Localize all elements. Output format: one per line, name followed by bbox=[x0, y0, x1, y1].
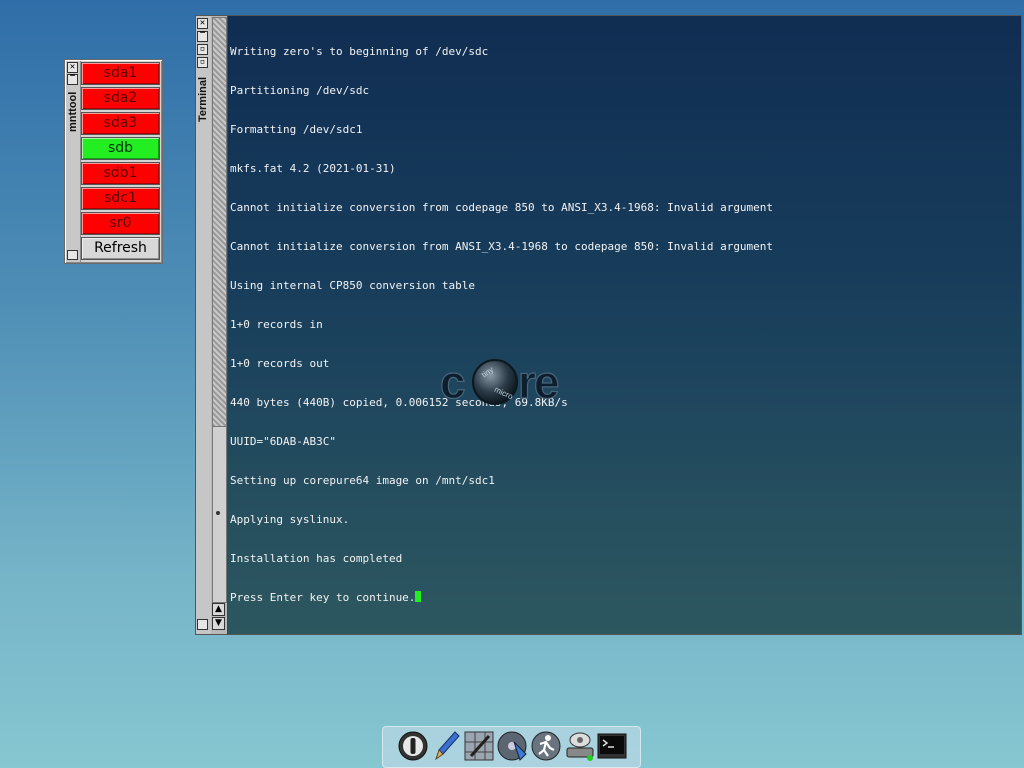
terminal-line: Partitioning /dev/sdc bbox=[230, 84, 370, 97]
resize-handle-icon[interactable] bbox=[197, 619, 208, 630]
tinycore-logo: c tiny micro re bbox=[440, 355, 562, 408]
refresh-button[interactable]: Refresh bbox=[81, 237, 160, 260]
scrollbar-grip-icon bbox=[216, 511, 220, 515]
mnttool-window: ✕ ▔ mnttool sda1 sda2 sda3 sdb sdb1 sdc1… bbox=[64, 59, 163, 264]
run-icon[interactable] bbox=[530, 730, 562, 762]
scroll-up-icon[interactable]: ▲ bbox=[212, 603, 225, 616]
exit-icon[interactable] bbox=[397, 730, 429, 762]
restore-icon[interactable]: ▫ bbox=[197, 57, 208, 68]
logo-text-left: c bbox=[440, 356, 465, 408]
text-cursor bbox=[415, 591, 422, 602]
close-icon[interactable]: ✕ bbox=[67, 62, 78, 73]
terminal-output: Writing zero's to beginning of /dev/sdc … bbox=[230, 19, 773, 630]
terminal-prompt-line: Press Enter key to continue. bbox=[230, 591, 773, 604]
terminal-line: Writing zero's to beginning of /dev/sdc bbox=[230, 45, 489, 58]
terminal-line: Applying syslinux. bbox=[230, 513, 350, 526]
terminal-title: Terminal bbox=[197, 76, 209, 122]
minimize-icon[interactable]: ▔ bbox=[67, 74, 78, 85]
minimize-icon[interactable]: ▔ bbox=[197, 31, 208, 42]
prompt-text: Press Enter key to continue. bbox=[230, 591, 416, 604]
terminal-line: Using internal CP850 conversion table bbox=[230, 279, 476, 292]
close-icon[interactable]: ✕ bbox=[197, 18, 208, 29]
resize-handle-icon[interactable] bbox=[67, 250, 78, 260]
terminal-line: UUID="6DAB-AB3C" bbox=[230, 435, 336, 448]
editor-icon[interactable] bbox=[431, 730, 463, 762]
terminal-scrollbar[interactable]: ▲ ▼ bbox=[211, 16, 228, 634]
terminal-line: Setting up corepure64 image on /mnt/sdc1 bbox=[230, 474, 495, 487]
maximize-icon[interactable]: ▫ bbox=[197, 44, 208, 55]
mount-button-sdb1[interactable]: sdb1 bbox=[81, 162, 160, 185]
mount-button-sda1[interactable]: sda1 bbox=[81, 62, 160, 85]
terminal-icon[interactable] bbox=[596, 730, 628, 762]
mount-icon[interactable] bbox=[564, 730, 596, 762]
mount-button-sr0[interactable]: sr0 bbox=[81, 212, 160, 235]
terminal-line: Formatting /dev/sdc1 bbox=[230, 123, 363, 136]
terminal-titlebar[interactable]: ✕ ▔ ▫ ▫ Terminal bbox=[196, 16, 212, 634]
mount-button-sda3[interactable]: sda3 bbox=[81, 112, 160, 135]
mount-button-sdb[interactable]: sdb bbox=[81, 137, 160, 160]
terminal-screen[interactable]: Writing zero's to beginning of /dev/sdc … bbox=[228, 16, 1021, 634]
terminal-line: Cannot initialize conversion from ANSI_X… bbox=[230, 240, 774, 253]
scrollbar-track[interactable] bbox=[212, 17, 227, 427]
terminal-line: Installation has completed bbox=[230, 552, 403, 565]
mnttool-title: mnttool bbox=[67, 91, 79, 133]
terminal-window: ✕ ▔ ▫ ▫ Terminal ▲ ▼ Writing zero's to b… bbox=[195, 15, 1022, 635]
mount-button-sdc1[interactable]: sdc1 bbox=[81, 187, 160, 210]
logo-text-right: re bbox=[518, 356, 559, 408]
mount-button-sda2[interactable]: sda2 bbox=[81, 87, 160, 110]
mnttool-titlebar[interactable]: ✕ ▔ mnttool bbox=[66, 61, 81, 262]
apps-icon[interactable] bbox=[463, 730, 495, 762]
scrollbar-thumb[interactable] bbox=[212, 426, 227, 603]
scroll-down-icon[interactable]: ▼ bbox=[212, 617, 225, 630]
terminal-line: Cannot initialize conversion from codepa… bbox=[230, 201, 774, 214]
install-icon[interactable] bbox=[496, 730, 528, 762]
dock bbox=[382, 726, 641, 768]
terminal-line: mkfs.fat 4.2 (2021-01-31) bbox=[230, 162, 396, 175]
terminal-line: 1+0 records in bbox=[230, 318, 323, 331]
